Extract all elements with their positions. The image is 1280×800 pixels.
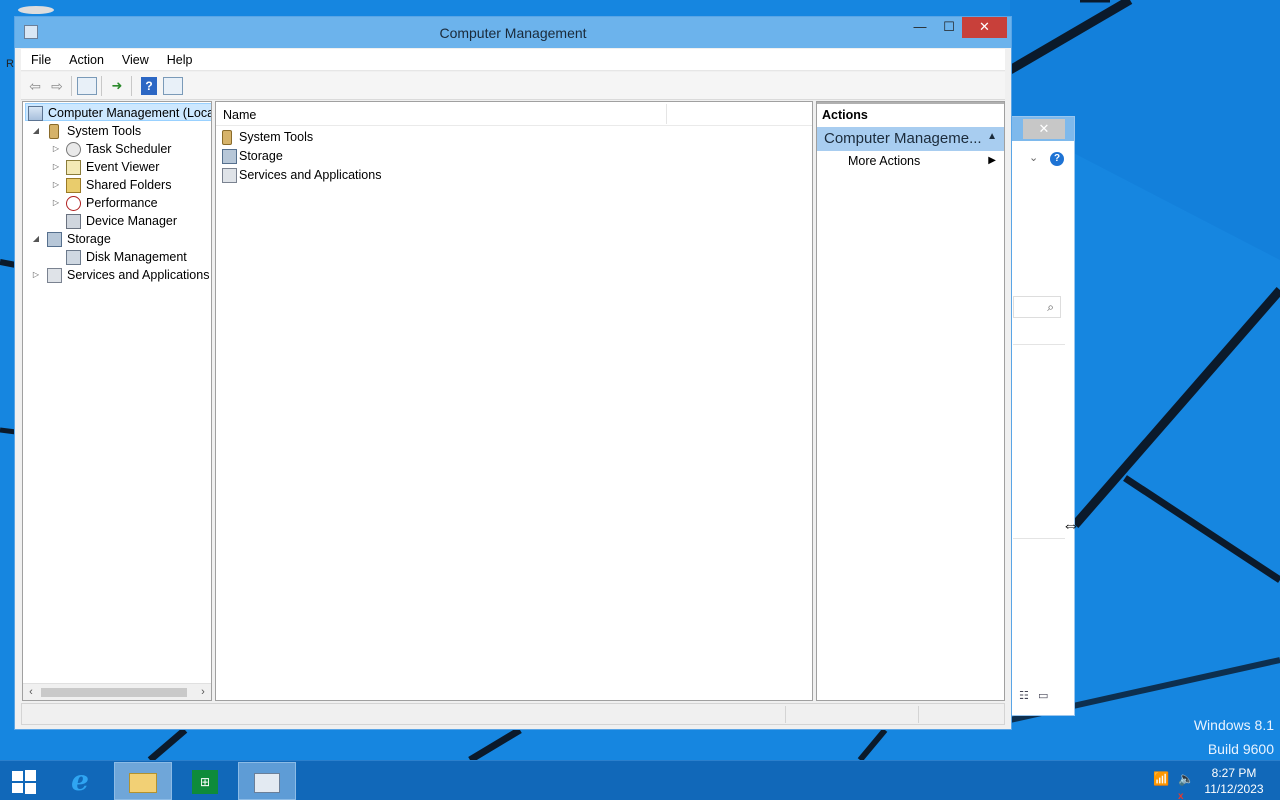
system-clock[interactable]: 8:27 PM 11/12/2023 <box>1200 765 1268 797</box>
show-hide-console-tree-button[interactable] <box>77 77 97 95</box>
menu-file[interactable]: File <box>21 49 59 67</box>
menu-bar: File Action View Help <box>21 49 1005 71</box>
windows-logo-icon <box>12 769 36 794</box>
storage-icon <box>222 149 237 164</box>
results-pane[interactable]: Name System Tools Storage Services and A… <box>215 101 813 701</box>
store-icon[interactable]: ⊞ <box>176 762 234 800</box>
tree-item-event-viewer[interactable]: ▷ Event Viewer <box>23 158 211 176</box>
minimize-button[interactable]: — <box>906 17 934 38</box>
computer-icon <box>28 106 43 121</box>
column-divider[interactable] <box>666 104 667 124</box>
status-divider <box>785 706 786 723</box>
expand-icon[interactable]: ▷ <box>31 266 41 284</box>
toolbar-separator <box>131 76 132 96</box>
details-view-icon[interactable]: ☷ <box>1019 690 1029 702</box>
back-button[interactable]: ⇦ <box>25 76 45 96</box>
submenu-arrow-icon[interactable]: ▶ <box>988 155 996 166</box>
actions-group-computer-management[interactable]: Computer Manageme... ▲ <box>817 127 1004 151</box>
tree-item-shared-folders[interactable]: ▷ Shared Folders <box>23 176 211 194</box>
tree-item-services-and-applications[interactable]: ▷ Services and Applications <box>23 266 211 284</box>
collapse-arrow-icon[interactable]: ▲ <box>987 131 997 142</box>
start-button[interactable] <box>0 762 48 800</box>
help-icon[interactable]: ? <box>1050 152 1064 166</box>
expand-icon[interactable]: ▷ <box>51 158 61 176</box>
more-actions-item[interactable]: More Actions <box>848 154 920 168</box>
background-window[interactable]: ✕ ⌄ ? ⌕ ☷ ▭ <box>1005 116 1075 716</box>
actions-header: Actions <box>817 102 1004 124</box>
status-divider <box>918 706 919 723</box>
taskbar: e ⊞ <box>0 760 1280 800</box>
toolbar: ⇦ ⇨ ➜ ? <box>21 72 1005 100</box>
horizontal-scrollbar[interactable]: ‹ › <box>23 683 211 700</box>
volume-muted-icon[interactable]: 🔈x <box>1178 771 1196 800</box>
forward-button[interactable]: ⇨ <box>47 76 67 96</box>
view-toggle[interactable]: ☷ ▭ <box>1019 689 1054 702</box>
tools-icon <box>222 130 232 145</box>
status-bar <box>21 703 1005 725</box>
expand-icon[interactable]: ▷ <box>51 140 61 158</box>
maximize-button[interactable]: ☐ <box>935 17 963 38</box>
background-window-close-button[interactable]: ✕ <box>1023 119 1065 139</box>
clock-date: 11/12/2023 <box>1204 782 1264 796</box>
toolbar-separator <box>101 76 102 96</box>
device-manager-icon <box>66 214 81 229</box>
scroll-right-icon[interactable]: › <box>196 686 210 698</box>
resize-cursor-icon: ⇔ <box>1062 515 1080 535</box>
menu-help[interactable]: Help <box>157 49 201 67</box>
menu-view[interactable]: View <box>112 49 157 67</box>
titlebar[interactable]: Computer Management — ☐ ✕ <box>15 17 1011 48</box>
tree-item-task-scheduler[interactable]: ▷ Task Scheduler <box>23 140 211 158</box>
search-icon[interactable]: ⌕ <box>1013 296 1061 318</box>
tree-item-performance[interactable]: ▷ Performance <box>23 194 211 212</box>
chevron-down-icon[interactable]: ⌄ <box>1029 151 1038 164</box>
tools-icon <box>49 124 59 139</box>
performance-icon <box>66 196 81 211</box>
event-viewer-icon <box>66 160 81 175</box>
storage-icon <box>47 232 62 247</box>
column-header-row: Name <box>216 102 812 126</box>
column-header-name[interactable]: Name <box>223 108 256 122</box>
scrollbar-thumb[interactable] <box>41 688 187 697</box>
divider <box>1013 344 1065 345</box>
internet-explorer-icon[interactable]: e <box>51 762 109 800</box>
preview-view-icon[interactable]: ▭ <box>1038 690 1048 702</box>
clock-icon <box>66 142 81 157</box>
divider <box>1013 538 1065 539</box>
collapse-icon[interactable]: ◢ <box>31 230 41 248</box>
tree-item-storage[interactable]: ◢ Storage <box>23 230 211 248</box>
show-hide-action-pane-button[interactable] <box>163 77 183 95</box>
close-button[interactable]: ✕ <box>962 17 1007 38</box>
background-window-titlebar[interactable]: ✕ <box>1005 117 1074 141</box>
file-explorer-icon[interactable] <box>114 762 172 800</box>
network-icon[interactable]: 📶 <box>1153 771 1169 787</box>
tree-item-disk-management[interactable]: Disk Management <box>23 248 211 266</box>
windows-version-watermark: Windows 8.1 <box>1193 717 1274 733</box>
actions-pane[interactable]: Actions Computer Manageme... ▲ More Acti… <box>816 101 1005 701</box>
computer-management-taskbar-icon[interactable] <box>238 762 296 800</box>
services-icon <box>222 168 237 183</box>
export-list-button[interactable]: ➜ <box>107 76 127 96</box>
expand-icon[interactable]: ▷ <box>51 176 61 194</box>
collapse-icon[interactable]: ◢ <box>31 122 41 140</box>
tree-root[interactable]: Computer Management (Local <box>25 103 211 121</box>
computer-management-window[interactable]: Computer Management — ☐ ✕ File Action View… <box>14 16 1012 730</box>
services-icon <box>47 268 62 283</box>
window-title: Computer Management <box>439 25 587 41</box>
tree-item-device-manager[interactable]: Device Manager <box>23 212 211 230</box>
expand-icon[interactable]: ▷ <box>51 194 61 212</box>
menu-action[interactable]: Action <box>59 49 112 67</box>
shared-folder-icon <box>66 178 81 193</box>
disk-management-icon <box>66 250 81 265</box>
desktop-icon-fragment[interactable] <box>18 6 54 14</box>
scroll-left-icon[interactable]: ‹ <box>24 686 38 698</box>
help-button[interactable]: ? <box>141 77 157 95</box>
actions-group-label: Computer Manageme... <box>824 130 982 147</box>
toolbar-separator <box>71 76 72 96</box>
desktop-icon-label: R <box>6 58 14 70</box>
clock-time: 8:27 PM <box>1211 766 1257 780</box>
windows-build-watermark: Build 9600 <box>1207 741 1274 757</box>
tree-item-system-tools[interactable]: ◢ System Tools <box>23 122 211 140</box>
console-tree[interactable]: Computer Management (Local ◢ System Tool… <box>22 101 212 701</box>
